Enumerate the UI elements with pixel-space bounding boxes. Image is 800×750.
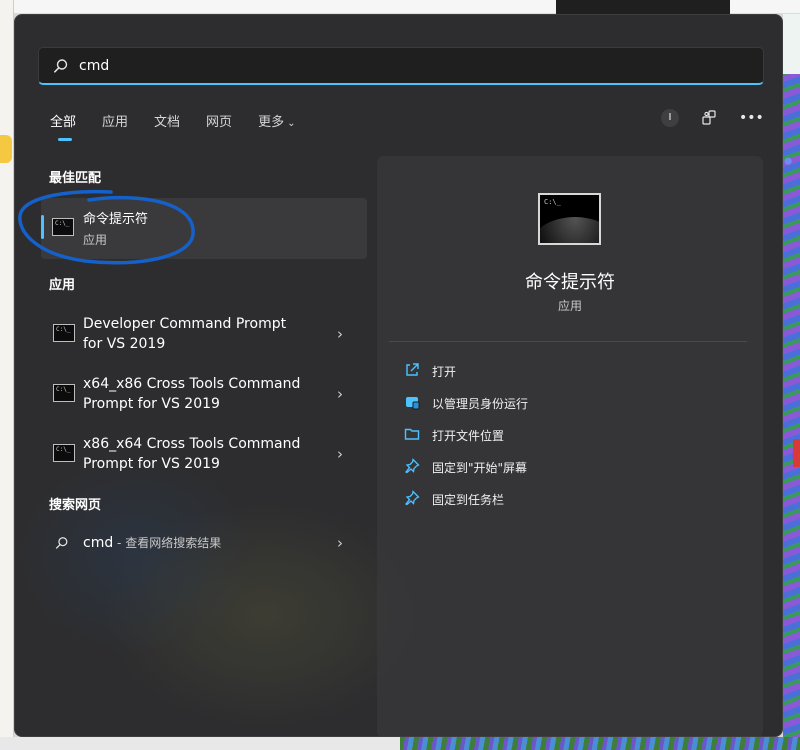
open-icon [403, 362, 421, 380]
command-prompt-icon [52, 218, 74, 236]
search-icon [54, 59, 68, 73]
command-prompt-icon [53, 444, 75, 462]
chevron-right-icon[interactable]: › [337, 534, 343, 552]
folder-icon [403, 426, 421, 444]
action-pin-to-start[interactable]: 固定到"开始"屏幕 [403, 456, 527, 478]
section-label-apps: 应用 [49, 278, 76, 293]
background-window-left [0, 0, 14, 750]
chevron-right-icon[interactable]: › [337, 385, 343, 403]
web-search-hint: - 查看网络搜索结果 [113, 536, 222, 550]
chevron-down-icon: ⌄ [287, 118, 296, 129]
section-label-best-match: 最佳匹配 [49, 171, 102, 186]
action-open-file-location[interactable]: 打开文件位置 [403, 424, 504, 446]
background-wallpaper-right [783, 14, 800, 750]
background-wallpaper-bottom [400, 737, 800, 750]
search-input[interactable] [79, 55, 679, 77]
pin-icon [403, 490, 421, 508]
tab-apps[interactable]: 应用 [102, 111, 128, 135]
more-options-icon[interactable]: ••• [739, 109, 764, 127]
search-icon [55, 537, 68, 549]
section-label-web-search: 搜索网页 [49, 498, 102, 513]
action-open[interactable]: 打开 [403, 360, 456, 382]
command-prompt-large-icon: C:\_ [538, 193, 601, 245]
best-match-title: 命令提示符 [83, 212, 149, 227]
search-box[interactable] [38, 47, 764, 85]
command-prompt-icon [53, 324, 75, 342]
background-menu [556, 0, 730, 14]
chevron-right-icon[interactable]: › [337, 325, 343, 343]
share-icon[interactable] [699, 109, 719, 127]
preview-subtitle: 应用 [557, 299, 582, 313]
app-item-x86-x64-cross-tools[interactable]: x86_x64 Cross Tools Command Prompt for V… [41, 431, 367, 487]
best-match-item[interactable]: 命令提示符 应用 [41, 198, 367, 259]
top-right-controls: I ••• [661, 109, 764, 127]
action-run-as-admin[interactable]: 以管理员身份运行 [403, 392, 528, 414]
filter-tabs: 全部 应用 文档 网页 更多 ⌄ [50, 111, 321, 141]
selection-indicator [41, 215, 44, 239]
preview-title: 命令提示符 [525, 272, 615, 293]
tab-more[interactable]: 更多 ⌄ [258, 111, 295, 135]
background-bottom-left [0, 737, 400, 750]
shield-icon [403, 394, 421, 412]
app-item-x64-x86-cross-tools[interactable]: x64_x86 Cross Tools Command Prompt for V… [41, 371, 367, 427]
tab-documents[interactable]: 文档 [154, 111, 180, 135]
tab-all[interactable]: 全部 [50, 111, 76, 141]
pin-icon [403, 458, 421, 476]
account-badge[interactable]: I [661, 109, 679, 127]
preview-pane: C:\_ 命令提示符 应用 打开 以管理员身份运行 打开文件位置 固定到"开始"… [377, 156, 763, 736]
best-match-subtitle: 应用 [83, 233, 108, 247]
background-window-top [14, 0, 800, 14]
preview-divider [389, 341, 747, 342]
tab-web[interactable]: 网页 [206, 111, 232, 135]
web-search-item[interactable]: cmd - 查看网络搜索结果 › [41, 529, 367, 559]
start-search-panel: 全部 应用 文档 网页 更多⌄ I ••• 最佳匹配 命令提示符 应用 应用 D… [14, 14, 783, 737]
command-prompt-icon [53, 384, 75, 402]
web-search-query: cmd [83, 535, 114, 551]
app-item-developer-command-prompt[interactable]: Developer Command Prompt for VS 2019 › [41, 311, 367, 367]
chevron-right-icon[interactable]: › [337, 445, 343, 463]
action-pin-to-taskbar[interactable]: 固定到任务栏 [403, 488, 504, 510]
